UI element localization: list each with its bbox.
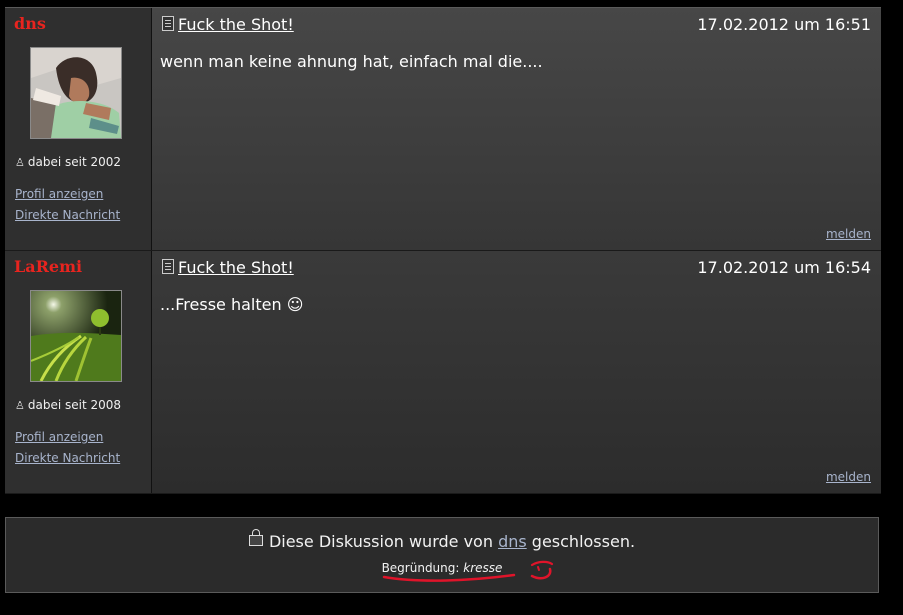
- post-content: Fuck the Shot! 17.02.2012 um 16:54 ...Fr…: [152, 251, 881, 493]
- closed-by-user-link[interactable]: dns: [498, 532, 527, 551]
- post-body: ...Fresse halten ☺: [160, 295, 304, 314]
- profile-link[interactable]: Profil anzeigen: [15, 430, 103, 444]
- direct-message-link[interactable]: Direkte Nachricht: [15, 208, 120, 222]
- document-icon: [162, 16, 174, 31]
- profile-link[interactable]: Profil anzeigen: [15, 187, 103, 201]
- closed-reason-value: kresse: [463, 561, 503, 575]
- avatar[interactable]: [30, 47, 122, 139]
- post-author-panel: dns ♙ dabei seit 2002 Profil anzeigen Dir…: [5, 8, 152, 250]
- document-icon: [162, 259, 174, 274]
- direct-message-link[interactable]: Direkte Nachricht: [15, 451, 120, 465]
- post-body: wenn man keine ahnung hat, einfach mal d…: [160, 52, 543, 71]
- report-link[interactable]: melden: [826, 227, 871, 241]
- post-author-panel: LaRemi ♙ dabei seit 2008 Profil anzeigen…: [5, 251, 152, 493]
- forum-post: LaRemi ♙ dabei seit 2008 Profil anzeigen…: [5, 251, 881, 494]
- member-icon: ♙: [15, 156, 25, 169]
- avatar[interactable]: [30, 290, 122, 382]
- discussion-closed-notice: Diese Diskussion wurde von dns geschloss…: [5, 517, 879, 593]
- forum-post: dns ♙ dabei seit 2002 Profil anzeigen Dir…: [5, 8, 881, 251]
- post-username[interactable]: dns: [14, 14, 46, 33]
- post-title: Fuck the Shot!: [162, 15, 294, 34]
- post-title: Fuck the Shot!: [162, 258, 294, 277]
- post-title-link[interactable]: Fuck the Shot!: [178, 258, 294, 277]
- post-title-link[interactable]: Fuck the Shot!: [178, 15, 294, 34]
- post-content: Fuck the Shot! 17.02.2012 um 16:51 wenn …: [152, 8, 881, 250]
- closed-reason: Begründung: kresse: [381, 561, 503, 575]
- report-link[interactable]: melden: [826, 470, 871, 484]
- closed-message: Diese Diskussion wurde von dns geschloss…: [6, 529, 878, 551]
- member-since: ♙ dabei seit 2008: [15, 398, 122, 412]
- lock-icon: [248, 529, 263, 546]
- post-username[interactable]: LaRemi: [14, 257, 82, 276]
- post-date: 17.02.2012 um 16:54: [697, 258, 871, 277]
- member-since: ♙ dabei seit 2002: [15, 155, 122, 169]
- post-date: 17.02.2012 um 16:51: [697, 15, 871, 34]
- member-icon: ♙: [15, 399, 25, 412]
